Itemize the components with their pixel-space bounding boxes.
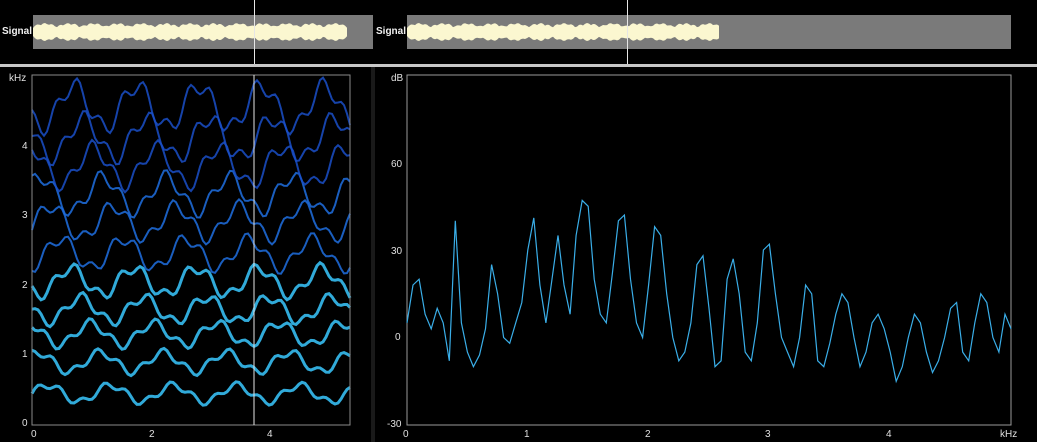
spectrogram-x-tick: 4 bbox=[267, 429, 273, 440]
spectrum-series-line bbox=[406, 199, 1012, 384]
right-signal-waveform bbox=[407, 23, 719, 41]
spectrum-plot[interactable] bbox=[406, 74, 1012, 426]
spectrum-y-axis-label: dB bbox=[391, 73, 404, 84]
spectrum-x-tick: 3 bbox=[765, 429, 771, 440]
spectrogram-panel: kHz 4 3 2 1 0 0 2 4 bbox=[0, 67, 371, 442]
spectrum-x-tick: 2 bbox=[645, 429, 651, 440]
left-signal-waveform bbox=[33, 23, 347, 41]
left-signal-track[interactable] bbox=[33, 15, 373, 49]
waveform-shape bbox=[33, 23, 347, 41]
spectrum-frame bbox=[406, 74, 1012, 426]
spectrum-y-tick: 0 bbox=[395, 332, 401, 343]
spectrum-x-axis-label: kHz bbox=[1000, 429, 1018, 440]
spectrogram-y-tick: 3 bbox=[22, 210, 28, 221]
waveform-shape bbox=[407, 23, 719, 41]
spectrum-x-tick: 1 bbox=[524, 429, 530, 440]
right-signal-label: Signal bbox=[376, 26, 407, 37]
left-signal-cursor[interactable] bbox=[254, 0, 255, 64]
spectrogram-y-tick: 4 bbox=[22, 141, 28, 152]
spectrogram-x-tick: 2 bbox=[149, 429, 155, 440]
left-signal-label: Signal bbox=[2, 26, 33, 37]
right-signal-cursor[interactable] bbox=[627, 0, 628, 64]
right-signal-track[interactable] bbox=[407, 15, 1011, 49]
spectrogram-y-axis-label: kHz bbox=[9, 73, 27, 84]
spectrogram-y-tick: 0 bbox=[22, 418, 28, 429]
spectrogram-x-tick: 0 bbox=[31, 429, 37, 440]
spectrum-y-tick: 30 bbox=[391, 246, 403, 257]
spectrogram-y-tick: 2 bbox=[22, 280, 28, 291]
spectrum-y-tick: -30 bbox=[387, 419, 402, 430]
spectrogram-y-tick: 1 bbox=[22, 349, 28, 360]
spectrogram-plot[interactable] bbox=[30, 74, 352, 426]
spectrum-x-tick: 0 bbox=[403, 429, 409, 440]
spectrum-x-tick: 4 bbox=[886, 429, 892, 440]
spectrum-y-tick: 60 bbox=[391, 159, 403, 170]
spectrum-panel: dB 60 30 0 -30 0 1 2 3 4 kHz bbox=[375, 67, 1037, 442]
